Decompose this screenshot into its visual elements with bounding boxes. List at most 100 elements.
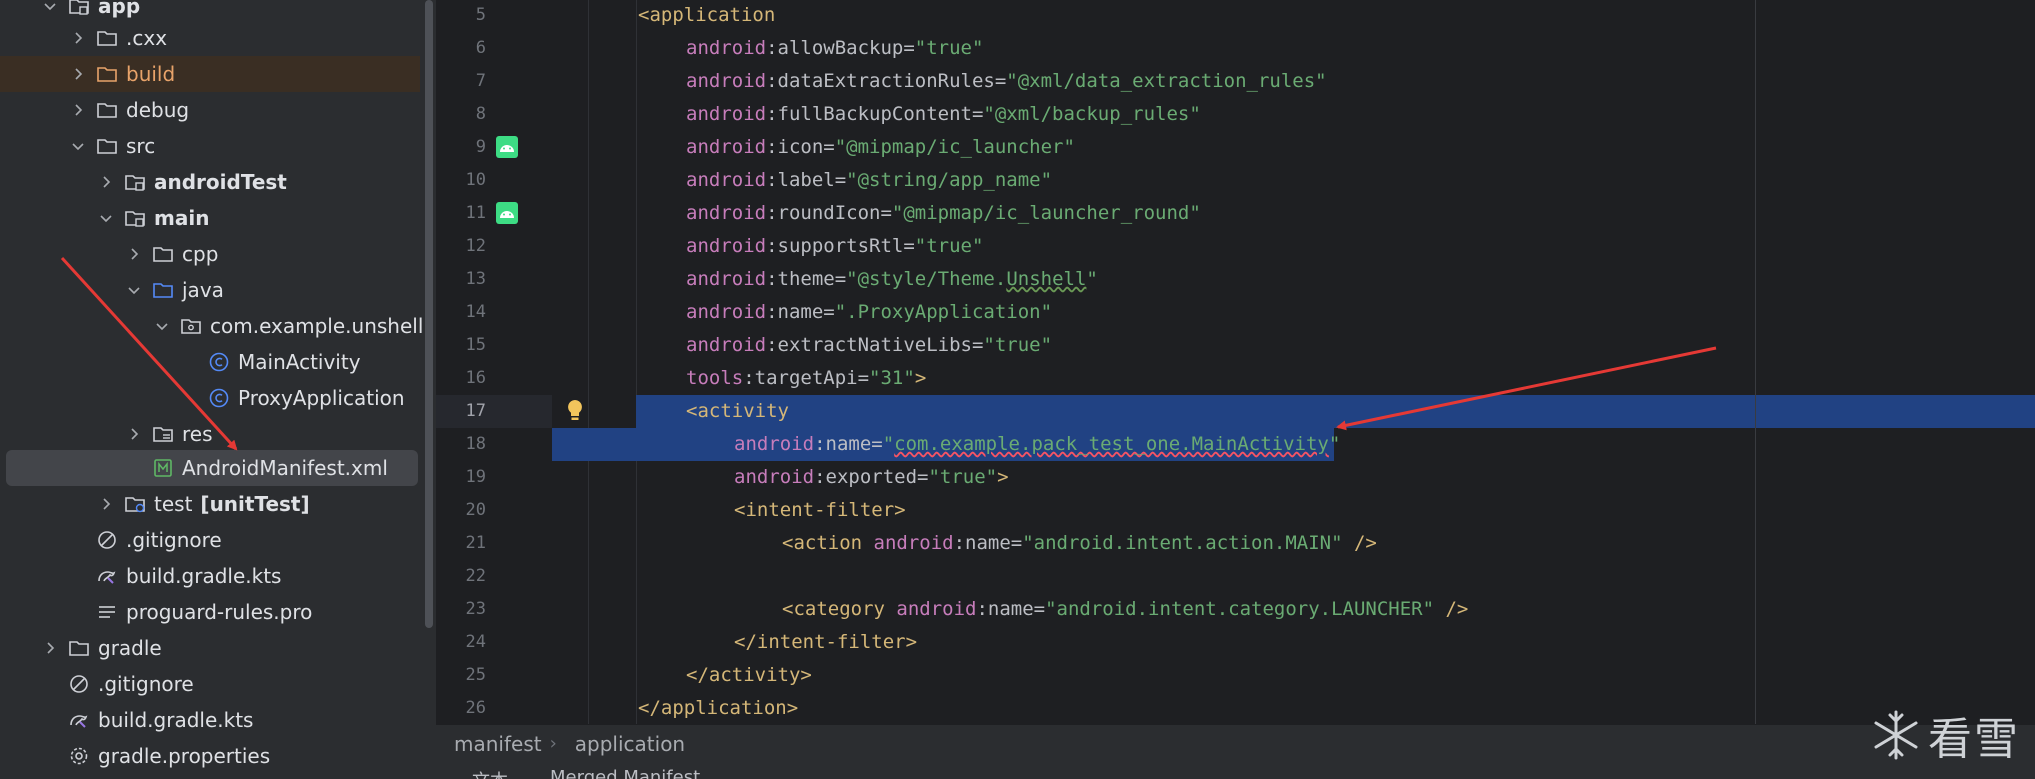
code-editor[interactable]: 5 6 7 8 9 10 11 12 13 14 15 16 17 18 19 20 21 22 23 24 25 26 … [436,0,2035,724]
code-line[interactable]: <category android:name="android.intent.c… [552,593,2035,626]
token-value: "@mipmap/ic_launcher_round" [891,202,1201,224]
code-line[interactable]: android:icon="@mipmap/ic_launcher" [552,131,2035,164]
tree-scrollbar[interactable] [425,0,433,628]
tree-item[interactable]: build [0,56,420,92]
folder-icon [96,99,118,121]
module-folder-icon [68,0,90,17]
tree-item[interactable]: .gitignore [0,666,420,702]
tree-item[interactable]: java [0,272,420,308]
code-line[interactable]: android:label="@string/app_name" [552,164,2035,197]
chevron-right-icon[interactable] [68,64,88,84]
line-number: 16 [465,368,486,388]
ignore-file-icon [96,529,118,551]
tree-item[interactable]: src [0,128,420,164]
token-value: "@mipmap/ic_launcher" [834,136,1075,158]
tab-text[interactable]: 文本 [472,767,508,779]
tree-item[interactable]: test [unitTest] [0,486,420,522]
chevron-right-icon[interactable] [124,424,144,444]
tree-item[interactable]: ProxyApplication [0,380,420,416]
snowflake-icon [1874,710,1918,760]
code-line[interactable]: android:name=".ProxyApplication" [552,296,2035,329]
chevron-right-icon[interactable] [96,172,116,192]
code-line[interactable]: <application [552,0,2035,32]
code-line[interactable]: android:fullBackupContent="@xml/backup_r… [552,98,2035,131]
tree-item[interactable]: debug [0,92,420,128]
tree-item[interactable]: build.gradle.kts [0,558,420,594]
breadcrumb-item-application[interactable]: application [557,732,693,756]
code-text: android:extractNativeLibs="true" [686,329,1052,362]
token-attribute: :targetApi= [743,367,870,389]
code-line[interactable]: <action android:name="android.intent.act… [552,527,2035,560]
token-namespace: android [873,532,954,554]
tree-item-label: build [126,62,176,86]
tree-item[interactable]: MainActivity [0,344,420,380]
token-value: "@xml/data_extraction_rules" [1006,70,1327,92]
editor-code-area[interactable]: <application android:allowBackup="true" an… [552,0,2035,724]
code-line[interactable]: android:supportsRtl="true" [552,230,2035,263]
tree-item[interactable]: .gitignore [0,522,420,558]
token-namespace: android [686,169,767,191]
code-text: android:allowBackup="true" [686,32,983,65]
tree-item[interactable]: gradle.properties [0,738,420,774]
breadcrumb: manifest › application [436,724,2035,762]
tree-item-label: main [154,206,210,230]
ignore-file-icon [68,673,90,695]
code-line[interactable]: </intent-filter> [552,626,2035,659]
tree-item[interactable]: build.gradle.kts [0,702,420,738]
android-icon[interactable] [496,202,518,224]
tree-item[interactable]: gradle [0,630,420,666]
tree-item[interactable]: res [0,416,420,452]
code-line[interactable]: android:name="com.example.pack_test_one.… [552,428,2035,461]
tree-item[interactable]: com.example.unshell [0,308,423,344]
chevron-right-icon[interactable] [40,638,60,658]
chevron-right-icon[interactable] [96,494,116,514]
token-namespace: android [686,103,767,125]
code-line[interactable]: android:dataExtractionRules="@xml/data_e… [552,65,2035,98]
android-icon[interactable] [496,136,518,158]
code-text: <activity [686,395,789,428]
tree-item-label: java [182,278,224,302]
line-number: 19 [465,467,486,487]
line-number: 11 [465,203,486,223]
tree-item[interactable]: AndroidManifest.xml [6,450,418,486]
tree-item[interactable]: main [0,200,420,236]
code-line[interactable]: android:roundIcon="@mipmap/ic_launcher_r… [552,197,2035,230]
code-line[interactable]: android:extractNativeLibs="true" [552,329,2035,362]
tree-item-label: ProxyApplication [238,386,405,410]
token-attribute: :name= [976,598,1046,620]
code-line[interactable]: tools:targetApi="31"> [552,362,2035,395]
code-line[interactable]: </application> [552,692,2035,724]
code-line[interactable]: <intent-filter> [552,494,2035,527]
code-line[interactable]: <activity [552,395,2035,428]
chevron-right-icon[interactable] [68,28,88,48]
chevron-down-icon[interactable] [152,316,172,336]
tree-item-label: androidTest [154,170,287,194]
gutter-line: 16 [436,362,552,395]
folder-icon [96,135,118,157]
chevron-right-icon[interactable] [124,244,144,264]
tree-item[interactable]: .cxx [0,20,420,56]
token-tag: > [997,466,1009,488]
chevron-down-icon[interactable] [68,136,88,156]
token-namespace: android [734,466,815,488]
gutter-line: 19 [436,461,552,494]
chevron-down-icon[interactable] [40,0,60,16]
chevron-right-icon[interactable] [68,100,88,120]
code-line[interactable]: </activity> [552,659,2035,692]
breadcrumb-item-manifest[interactable]: manifest [436,732,550,756]
code-line[interactable] [552,560,2035,593]
code-line[interactable]: android:exported="true"> [552,461,2035,494]
code-line[interactable]: android:allowBackup="true" [552,32,2035,65]
chevron-down-icon[interactable] [96,208,116,228]
token-tag: > [914,367,927,389]
tree-item[interactable]: proguard-rules.pro [0,594,420,630]
tree-item[interactable]: cpp [0,236,420,272]
tree-item[interactable]: androidTest [0,164,420,200]
code-line[interactable]: android:theme="@style/Theme.Unshell" [552,263,2035,296]
chevron-down-icon[interactable] [124,280,144,300]
tab-merged-manifest[interactable]: Merged Manifest [550,767,700,779]
manifest-file-icon [152,457,174,479]
